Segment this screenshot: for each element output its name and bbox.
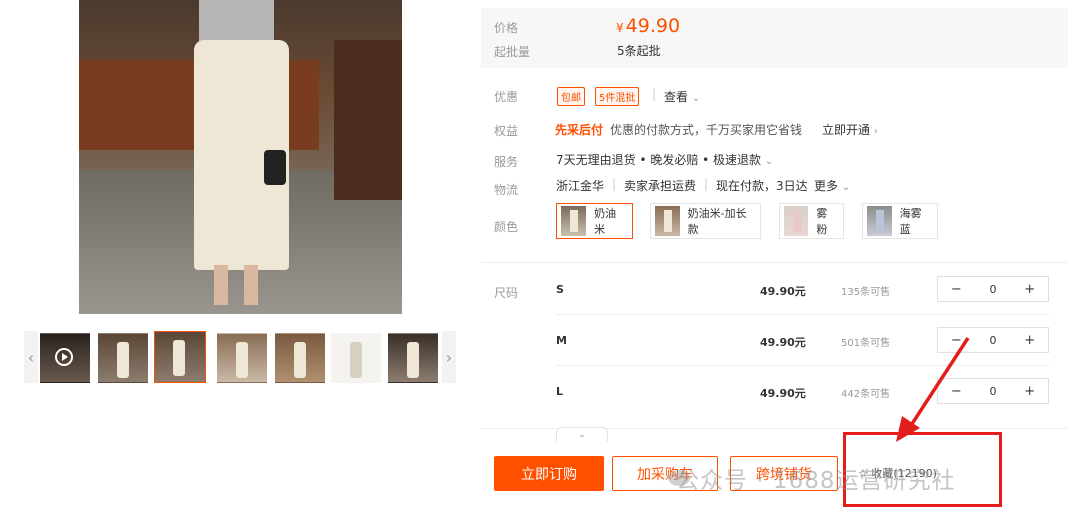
row-divider: [556, 314, 1050, 315]
thumbnail-image[interactable]: [217, 333, 267, 383]
thumbnail-image[interactable]: [98, 333, 148, 383]
photo-model-leg: [244, 265, 258, 305]
plus-icon[interactable]: +: [1011, 282, 1048, 297]
size-price: 49.90元: [760, 336, 806, 349]
size-price: 49.90元: [760, 285, 806, 298]
quantity-input[interactable]: 0: [975, 385, 1012, 398]
color-option-mist-blue[interactable]: 海雾蓝: [862, 203, 938, 239]
thumb-prev-arrow-icon[interactable]: ‹: [24, 331, 38, 383]
logistics-delivery: 现在付款，3日达: [716, 179, 808, 193]
color-swatch: [561, 206, 587, 236]
buy-now-button[interactable]: 立即订购: [494, 456, 604, 491]
color-label: 颜色: [494, 220, 519, 234]
logistics-label: 物流: [494, 183, 519, 197]
promo-view-link[interactable]: 查看 ⌄: [664, 88, 700, 105]
photo-model-bag: [264, 150, 286, 185]
main-product-image[interactable]: [79, 0, 402, 314]
price-amount: 49.90: [625, 15, 681, 37]
thumbnail-image[interactable]: [331, 333, 381, 383]
photo-model-leg: [214, 265, 228, 305]
size-label: 尺码: [494, 286, 519, 300]
chevron-down-icon: ⌄: [841, 182, 851, 193]
color-option-mist-pink[interactable]: 雾粉: [779, 203, 844, 239]
collapse-toggle-icon[interactable]: ⌄: [556, 427, 608, 442]
size-name: L: [556, 385, 564, 398]
play-icon: [55, 348, 73, 366]
logistics-shipping: 卖家承担运费: [624, 179, 697, 193]
color-swatch: [655, 206, 680, 236]
divider: |: [704, 177, 709, 191]
size-price: 49.90元: [760, 387, 806, 400]
promo-tag-free-shipping: 包邮: [557, 87, 585, 106]
service-value[interactable]: 7天无理由退货 • 晚发必赔 • 极速退款 ⌄: [556, 151, 773, 168]
divider: |: [652, 87, 657, 101]
size-name: M: [556, 334, 567, 347]
promo-tag-mixed-batch: 5件混批: [595, 87, 640, 106]
thumbnail-strip: ‹ ›: [24, 331, 456, 383]
chevron-down-icon: ⌄: [691, 93, 701, 104]
thumbnail-image[interactable]: [275, 333, 325, 383]
rights-description: 优惠的付款方式，千万买家用它省钱: [610, 123, 803, 137]
currency-symbol: ¥: [616, 21, 624, 35]
size-stock: 135条可售: [841, 287, 891, 298]
price-panel: [481, 8, 1068, 68]
divider: |: [612, 177, 617, 191]
rights-label: 权益: [494, 124, 519, 138]
quantity-stepper[interactable]: − 0 +: [937, 276, 1049, 302]
service-label: 服务: [494, 155, 519, 169]
chevron-down-icon: ⌄: [764, 156, 774, 167]
pay-later-badge: 先采后付: [555, 123, 604, 137]
quantity-input[interactable]: 0: [975, 283, 1012, 296]
watermark: 公众号 · 1688运营研究社: [676, 468, 956, 494]
plus-icon[interactable]: +: [1011, 384, 1048, 399]
thumbnail-image[interactable]: [388, 333, 438, 383]
price-value: ¥49.90: [616, 15, 680, 37]
activate-link[interactable]: 立即开通 ›: [822, 121, 878, 138]
moq-label: 起批量: [494, 45, 531, 59]
size-name: S: [556, 283, 564, 296]
color-swatch: [784, 206, 809, 236]
minus-icon[interactable]: −: [938, 282, 975, 297]
thumbnail-video[interactable]: [40, 333, 90, 383]
color-option-cream[interactable]: 奶油米: [556, 203, 633, 239]
logistics-origin: 浙江金华: [556, 179, 605, 193]
plus-icon[interactable]: +: [1011, 333, 1048, 348]
color-swatch: [867, 206, 892, 236]
photo-bg-chair: [334, 40, 402, 200]
thumb-next-arrow-icon[interactable]: ›: [442, 331, 456, 383]
promo-label: 优惠: [494, 90, 519, 104]
price-label: 价格: [494, 21, 519, 35]
color-option-cream-long[interactable]: 奶油米-加长款: [650, 203, 761, 239]
thumbnail-image-selected[interactable]: [154, 331, 206, 383]
section-divider: [481, 262, 1068, 263]
quantity-input[interactable]: 0: [975, 334, 1012, 347]
moq-value: 5条起批: [617, 44, 661, 58]
logistics-more-link[interactable]: 更多 ⌄: [814, 177, 850, 194]
chevron-right-icon: ›: [873, 126, 878, 137]
